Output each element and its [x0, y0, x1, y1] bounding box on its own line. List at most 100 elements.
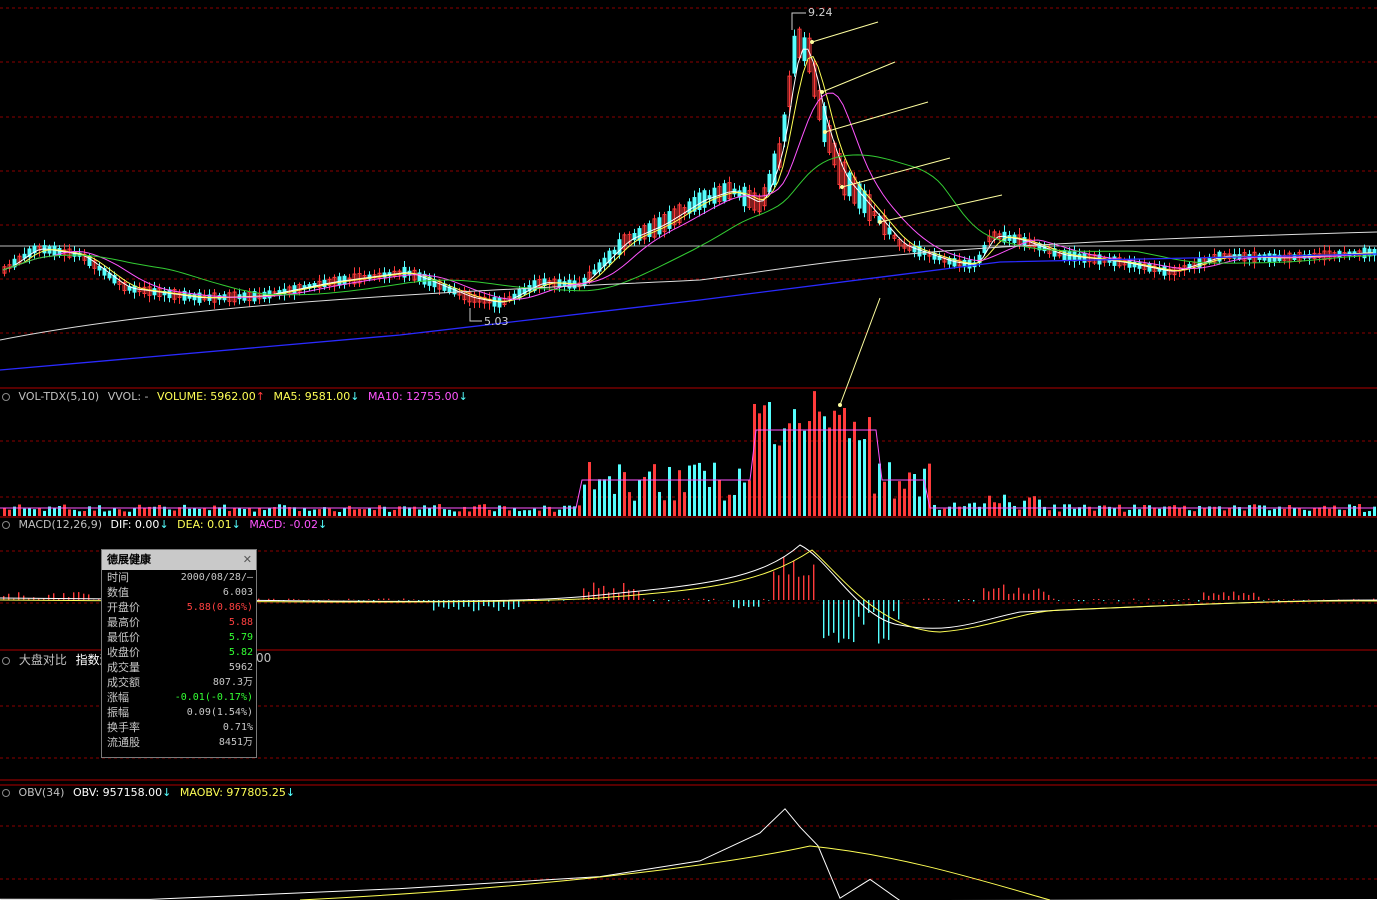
volume-bar [608, 476, 611, 516]
down-arrow-icon: ↓ [317, 518, 328, 531]
volume-bar [748, 480, 751, 516]
volume-bar [1193, 511, 1196, 516]
macd-bar [938, 599, 940, 600]
compare-indicator-name[interactable]: 大盘对比 [19, 653, 67, 667]
up-arrow-icon: ↑ [255, 390, 265, 403]
ma10-text: MA10: 12755.00 [367, 390, 459, 403]
obv-panel[interactable] [0, 808, 1377, 900]
macd-indicator-name[interactable]: MACD(12,26,9) [19, 518, 103, 531]
down-arrow-icon: ↓ [350, 390, 360, 403]
panel-dot-icon[interactable] [2, 789, 10, 797]
volume-bar [718, 479, 721, 516]
macd-bar [1058, 600, 1060, 601]
tooltip-row-value: 5.88 [228, 617, 253, 628]
volume-ma-line [0, 429, 1374, 509]
chart-canvas[interactable]: 9.24 5.03 [0, 0, 1377, 900]
macd-bar [1118, 600, 1120, 602]
tooltip-title-bar[interactable]: 德展健康 ✕ [102, 550, 256, 570]
data-tooltip-window[interactable]: 德展健康 ✕ 时间 2000/08/28/— 数值 6.003 开盘价 5.88(0.86… [101, 549, 257, 758]
volume-bar [478, 504, 481, 516]
candle-body [612, 249, 617, 255]
volume-bar [63, 504, 66, 516]
tooltip-row: 数值 6.003 [102, 585, 256, 600]
volume-bar [1333, 505, 1336, 516]
volume-bar [873, 493, 876, 516]
macd-bar [293, 598, 295, 600]
volume-bar [1328, 508, 1331, 516]
volume-bar [733, 494, 736, 516]
panel-dot-icon[interactable] [2, 521, 10, 529]
volume-bar [308, 510, 311, 516]
volume-bar [788, 423, 791, 516]
macd-bar [348, 598, 350, 600]
ma-line-120 [0, 231, 1377, 341]
macd-bar [898, 600, 900, 620]
macd-bar [778, 575, 780, 600]
panel-dot-icon[interactable] [2, 656, 10, 665]
tooltip-row-key: 换手率 [107, 721, 140, 734]
volume-bar [1083, 504, 1086, 516]
volume-bar [678, 470, 681, 516]
macd-bar [923, 598, 925, 600]
obv-indicator-name[interactable]: OBV(34) [19, 786, 65, 799]
ma5-text: MA5: 9581.00 [273, 390, 351, 403]
volume-bar [1258, 505, 1261, 516]
tooltip-row-key: 振幅 [107, 706, 129, 719]
volume-bar [1243, 510, 1246, 516]
volume-bar [853, 421, 856, 516]
volume-bar [1173, 505, 1176, 516]
volume-bar [868, 417, 871, 516]
tooltip-row-key: 时间 [107, 571, 129, 584]
macd-bar [1163, 600, 1165, 602]
volume-bar [1248, 505, 1251, 516]
close-icon[interactable]: ✕ [243, 550, 252, 570]
volume-bar [803, 430, 806, 516]
macd-bar [1263, 600, 1265, 601]
volume-bar [1268, 510, 1271, 516]
macd-bar [708, 600, 710, 602]
down-arrow-icon: ↓ [162, 786, 172, 799]
volume-bar [158, 504, 161, 516]
macd-bar [1213, 593, 1215, 600]
volume-bar [713, 462, 716, 516]
volume-bar [1198, 505, 1201, 516]
tooltip-row-value: 807.3万 [212, 677, 253, 688]
macd-bar [1283, 599, 1285, 600]
obv-panel-header: OBV(34) OBV: 957158.00↓ MAOBV: 977805.25… [0, 786, 300, 802]
volume-bar [188, 508, 191, 516]
volume-bar [513, 507, 516, 516]
volume-bar [1353, 505, 1356, 516]
macd-bar [388, 598, 390, 600]
candlestick-panel[interactable] [0, 26, 1377, 371]
volume-bar [1118, 504, 1121, 516]
candle-body [687, 201, 692, 214]
volume-bar [338, 511, 341, 516]
macd-bar [838, 600, 840, 643]
annotation-arrowhead [823, 130, 827, 134]
volume-bar [488, 509, 491, 516]
tooltip-rows: 时间 2000/08/28/— 数值 6.003 开盘价 5.88(0.86%) 最高价 5.… [102, 570, 256, 750]
tooltip-row: 成交量 5962 [102, 660, 256, 675]
panel-dot-icon[interactable] [2, 393, 10, 401]
macd-bar [18, 592, 20, 600]
candle-body [657, 217, 662, 235]
macd-bar [1208, 595, 1210, 600]
volume-bar [578, 505, 581, 516]
volume-bar [903, 488, 906, 516]
macd-bar [1028, 593, 1030, 600]
volume-bar [533, 508, 536, 516]
volume-bar [648, 471, 651, 516]
vol-indicator-name[interactable]: VOL-TDX(5,10) [19, 390, 100, 403]
macd-bar [848, 600, 850, 640]
dea-value: DEA: 0.01↓ [177, 518, 241, 531]
volume-bar [263, 510, 266, 516]
volume-bar [1298, 508, 1301, 516]
volume-bar [78, 511, 81, 516]
volume-bar [303, 507, 306, 516]
macd-bar [1173, 599, 1175, 600]
volume-bar [828, 427, 831, 516]
volume-bar [1068, 504, 1071, 516]
candle-body [667, 211, 672, 229]
volume-bar [1288, 505, 1291, 516]
tooltip-row-key: 收盘价 [107, 646, 140, 659]
